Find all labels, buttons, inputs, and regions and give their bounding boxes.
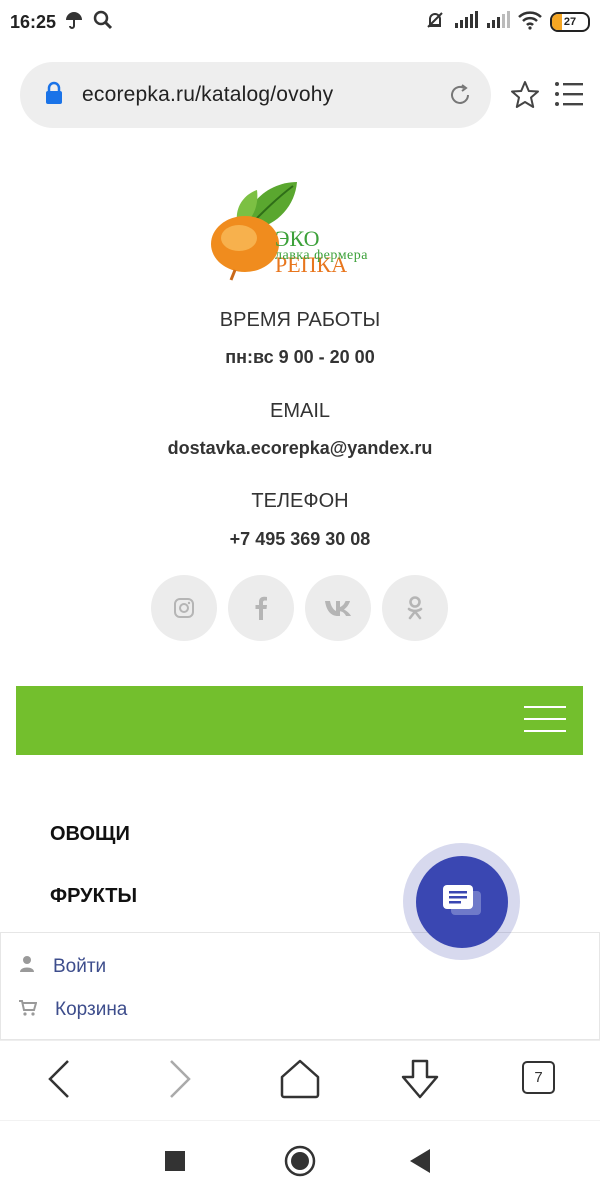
email-value[interactable]: dostavka.ecorepka@yandex.ru bbox=[0, 438, 600, 459]
system-navigation-bar bbox=[0, 1120, 600, 1199]
wifi-icon bbox=[518, 10, 542, 35]
hours-value: пн:вс 9 00 - 20 00 bbox=[225, 347, 375, 367]
email-label: EMAIL bbox=[269, 400, 331, 422]
phone-value[interactable]: +7 495 369 30 08 bbox=[0, 529, 600, 550]
nav-item-vegetables[interactable]: ОВОЩИ bbox=[50, 823, 130, 846]
status-bar: 16:25 27 bbox=[0, 0, 600, 44]
lock-icon[interactable] bbox=[44, 81, 64, 110]
back-icon[interactable] bbox=[46, 1059, 72, 1104]
user-icon bbox=[19, 955, 35, 978]
cart-icon bbox=[19, 999, 38, 1021]
phone-label: ТЕЛЕФОН bbox=[251, 490, 349, 512]
instagram-icon[interactable] bbox=[151, 575, 217, 641]
browser-toolbar: 7 bbox=[0, 1040, 600, 1121]
umbrella-icon bbox=[64, 10, 84, 35]
home-icon[interactable] bbox=[280, 1059, 320, 1104]
menu-icon[interactable] bbox=[554, 80, 584, 113]
main-menu-bar bbox=[16, 686, 583, 755]
home-circle-icon[interactable] bbox=[284, 1145, 316, 1182]
odnoklassniki-icon[interactable] bbox=[382, 575, 448, 641]
system-back-icon[interactable] bbox=[410, 1149, 432, 1178]
account-panel: Войти Корзина bbox=[0, 932, 600, 1040]
signal-icon bbox=[486, 10, 510, 34]
battery-icon: 27 bbox=[550, 12, 590, 32]
hamburger-icon[interactable] bbox=[524, 706, 566, 736]
reload-icon[interactable] bbox=[447, 82, 473, 113]
status-time: 16:25 bbox=[10, 11, 57, 32]
chat-button-inner[interactable] bbox=[415, 855, 508, 948]
download-icon[interactable] bbox=[399, 1059, 441, 1106]
nav-item-fruits[interactable]: ФРУКТЫ bbox=[50, 885, 137, 908]
search-icon bbox=[92, 9, 114, 36]
cart-link[interactable]: Корзина bbox=[19, 999, 127, 1021]
facebook-icon[interactable] bbox=[228, 575, 294, 641]
star-icon[interactable] bbox=[510, 80, 540, 115]
logo-subtitle: лавка фермера bbox=[275, 248, 368, 263]
cart-label[interactable]: Корзина bbox=[55, 999, 127, 1021]
forward-icon[interactable] bbox=[167, 1059, 193, 1104]
chat-button[interactable] bbox=[403, 843, 520, 960]
vk-icon[interactable] bbox=[305, 575, 371, 641]
chat-icon bbox=[442, 884, 481, 915]
recents-icon[interactable] bbox=[165, 1151, 185, 1176]
site-logo[interactable]: ЭКО РЕПКА лавка фермера bbox=[205, 176, 395, 282]
hours-label: ВРЕМЯ РАБОТЫ bbox=[219, 309, 381, 331]
tabs-button[interactable]: 7 bbox=[522, 1061, 555, 1094]
alarm-off-icon bbox=[424, 9, 446, 36]
social-links bbox=[151, 575, 448, 641]
signal-icon bbox=[454, 10, 478, 34]
battery-percent: 27 bbox=[563, 16, 577, 28]
url-text[interactable]: ecorepka.ru/katalog/ovohy bbox=[82, 83, 333, 107]
login-link[interactable]: Войти bbox=[19, 955, 106, 978]
battery-level bbox=[552, 14, 562, 30]
address-bar[interactable]: ecorepka.ru/katalog/ovohy bbox=[20, 62, 491, 128]
login-label[interactable]: Войти bbox=[53, 956, 106, 978]
